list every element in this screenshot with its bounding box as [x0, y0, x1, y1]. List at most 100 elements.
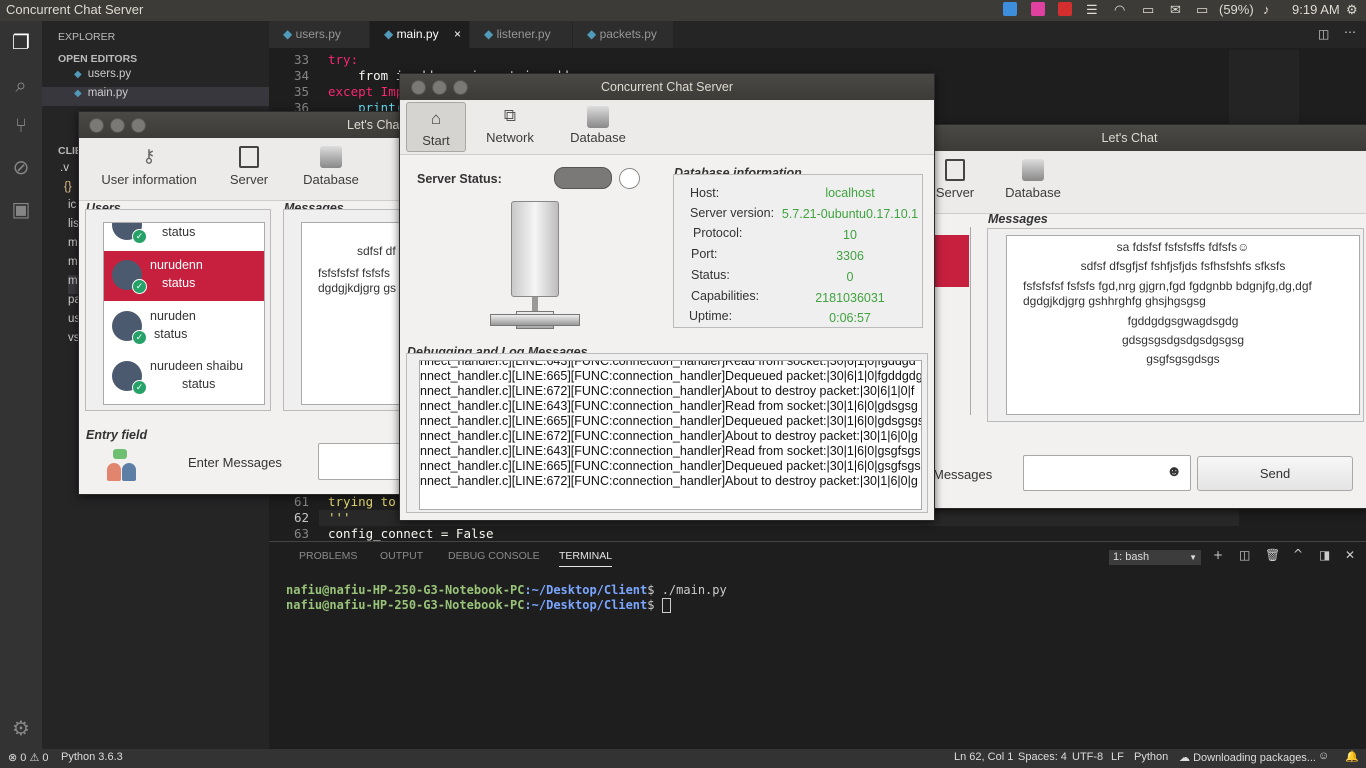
user-information-button[interactable]: ⚷ User information	[97, 138, 201, 198]
database-icon	[320, 146, 342, 168]
user-item[interactable]: ✓ nurudenn status	[104, 251, 264, 301]
search-icon[interactable]: ⌕	[9, 73, 33, 97]
toggle-panel-icon[interactable]: ◨	[1319, 548, 1330, 562]
users-list[interactable]: ✓ status ✓ nurudenn status ✓ nuruden status ✓…	[103, 222, 265, 405]
emoji-icon[interactable]: ☻	[1166, 463, 1182, 480]
menu-tray-icon[interactable]: ☰	[1086, 2, 1098, 18]
line-number: 34	[293, 68, 309, 83]
language-mode[interactable]: Python	[1134, 751, 1168, 763]
network-button[interactable]: ⧉ Network	[480, 100, 540, 160]
tab-output[interactable]: OUTPUT	[380, 550, 423, 562]
code-line: trying to	[328, 494, 396, 509]
tab-problems[interactable]: PROBLEMS	[299, 550, 357, 562]
settings-gear-icon[interactable]: ⚙	[9, 716, 33, 740]
line-ending[interactable]: LF	[1111, 751, 1124, 763]
capabilities-value: 2181036031	[815, 291, 885, 305]
clock[interactable]: 9:19 AM	[1292, 2, 1340, 17]
feedback-icon[interactable]: ☺	[1318, 750, 1329, 762]
log-line: nnect_handler.c][LINE:672][FUNC:connecti…	[420, 474, 918, 488]
errors-count[interactable]: ⊗ 0 ⚠ 0	[8, 751, 49, 764]
window-title[interactable]: Let's Chat	[893, 125, 1366, 151]
close-window-button[interactable]	[89, 118, 104, 133]
message-input[interactable]: ☻	[1023, 455, 1191, 491]
shell-select[interactable]: 1: bash ▼	[1109, 550, 1201, 565]
open-editors-header[interactable]: OPEN EDITORS	[58, 53, 137, 65]
indentation[interactable]: Spaces: 4	[1018, 751, 1067, 763]
minimize-window-button[interactable]	[432, 80, 447, 95]
message: gsgfsgsgdsgs	[1146, 352, 1220, 366]
battery-icon[interactable]: ▭	[1196, 2, 1208, 18]
new-terminal-icon[interactable]: +	[1213, 548, 1223, 562]
chat-window-left: Let's Chat ⚷ User information Server Data…	[78, 111, 435, 495]
maximize-window-button[interactable]	[453, 80, 468, 95]
online-check-icon: ✓	[132, 279, 147, 294]
line-number: 62	[293, 510, 309, 525]
tab-listener-py[interactable]: ◆ listener.py	[470, 21, 572, 48]
maximize-window-button[interactable]	[131, 118, 146, 133]
close-tab-icon[interactable]: ×	[454, 21, 461, 48]
messages-label: Messages	[988, 212, 1048, 226]
more-actions-icon[interactable]: ⋯	[1344, 25, 1356, 39]
explorer-header: EXPLORER	[58, 31, 116, 43]
maximize-panel-icon[interactable]: ^	[1293, 547, 1303, 561]
power-icon[interactable]: ⚙	[1346, 2, 1358, 18]
line-number: 33	[293, 52, 309, 67]
open-file-main[interactable]: ◆ main.py	[42, 87, 269, 106]
toolbar: ⌂ Start ⧉ Network Database	[400, 100, 934, 155]
bottom-panel: PROBLEMS OUTPUT DEBUG CONSOLE TERMINAL 1…	[269, 541, 1366, 750]
python-file-icon: ◆	[74, 88, 82, 99]
volume-icon[interactable]: ♪	[1263, 2, 1270, 18]
split-editor-icon[interactable]: ◫	[1318, 27, 1329, 41]
open-file-users[interactable]: ◆ users.py	[42, 68, 269, 87]
explorer-icon[interactable]: ❐	[9, 30, 33, 54]
start-button[interactable]: ⌂ Start	[406, 102, 466, 152]
database-button[interactable]: Database	[1003, 151, 1063, 211]
database-button[interactable]: Database	[566, 100, 630, 160]
minimize-window-button[interactable]	[110, 118, 125, 133]
window-title[interactable]: Concurrent Chat Server	[400, 74, 934, 100]
wifi-icon[interactable]: ◠	[1114, 2, 1125, 18]
notifications-icon[interactable]: 🔔	[1345, 750, 1359, 763]
users-chat-icon	[107, 449, 141, 483]
log-line: nnect_handler.c][LINE:643][FUNC:connecti…	[420, 360, 916, 368]
send-button[interactable]: Send	[1197, 456, 1353, 491]
mail-icon[interactable]: ✉	[1170, 2, 1181, 18]
tab-users-py[interactable]: ◆ users.py	[269, 21, 369, 48]
extensions-icon[interactable]: ▣	[9, 197, 33, 221]
debug-icon[interactable]: ⊘	[9, 155, 33, 179]
log-line: nnect_handler.c][LINE:665][FUNC:connecti…	[420, 414, 922, 428]
tab-debug-console[interactable]: DEBUG CONSOLE	[448, 550, 540, 562]
tab-main-py[interactable]: ◆ main.py ×	[370, 21, 469, 48]
cursor-position[interactable]: Ln 62, Col 1	[954, 751, 1013, 763]
system-top-bar: Concurrent Chat Server ☰ ◠ ▭ ✉ ▭ (59%) ♪…	[0, 0, 1366, 21]
close-panel-icon[interactable]: ✕	[1345, 548, 1355, 562]
python-version[interactable]: Python 3.6.3	[61, 751, 123, 763]
files-tray-icon[interactable]	[1003, 2, 1017, 18]
tab-terminal[interactable]: TERMINAL	[559, 550, 613, 567]
log-list[interactable]: nnect_handler.c][LINE:643][FUNC:connecti…	[419, 360, 922, 510]
tab-packets-py[interactable]: ◆ packets.py	[573, 21, 673, 48]
user-item[interactable]: ✓ nuruden status	[104, 302, 264, 352]
minimap[interactable]	[1229, 50, 1299, 130]
database-button[interactable]: Database	[301, 138, 361, 198]
mail-app-tray-icon[interactable]	[1058, 2, 1072, 18]
status-bar: ⊗ 0 ⚠ 0 Python 3.6.3 Ln 62, Col 1 Spaces…	[0, 749, 1366, 768]
screen-tray-icon[interactable]: ▭	[1142, 2, 1154, 18]
app-tray-icon[interactable]	[1031, 2, 1045, 18]
code-line: '''	[328, 510, 351, 525]
encoding[interactable]: UTF-8	[1072, 751, 1103, 763]
toolbar: ⚷ User information Server Database	[79, 138, 429, 201]
log-line: nnect_handler.c][LINE:672][FUNC:connecti…	[420, 384, 915, 398]
server-button[interactable]: Server	[933, 151, 977, 211]
terminal-line[interactable]: nafiu@nafiu-HP-250-G3-Notebook-PC:~/Desk…	[286, 598, 671, 613]
messages-list[interactable]: sa fdsfsf fsfsfsffs fdfsfs☺ sdfsf dfsgfj…	[1006, 235, 1360, 415]
user-item[interactable]: ✓ status	[104, 223, 264, 251]
kill-terminal-icon[interactable]: 🗑	[1265, 548, 1280, 562]
source-control-icon[interactable]: ⑂	[9, 113, 33, 137]
close-window-button[interactable]	[411, 80, 426, 95]
split-terminal-icon[interactable]: ◫	[1239, 548, 1250, 562]
server-status-toggle[interactable]	[554, 167, 612, 189]
chat-window-right: Let's Chat Server Database Messages sa f…	[892, 124, 1366, 509]
user-item[interactable]: ✓ nurudeen shaibu status	[104, 352, 264, 402]
server-button[interactable]: Server	[227, 138, 271, 198]
